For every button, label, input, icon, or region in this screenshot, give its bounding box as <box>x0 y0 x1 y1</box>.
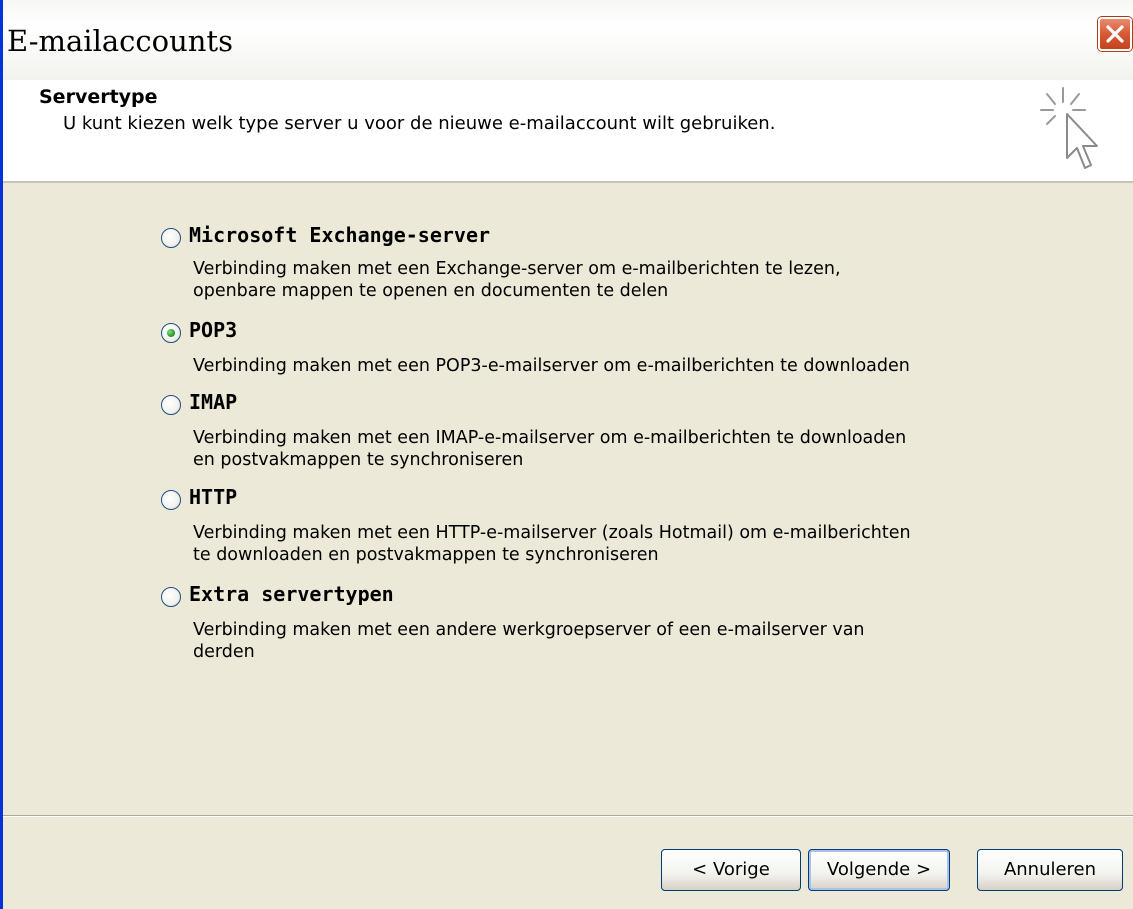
server-type-options: Microsoft Exchange-server Verbinding mak… <box>3 183 1133 815</box>
back-button[interactable]: < Vorige <box>661 849 801 891</box>
option-description: Verbinding maken met een Exchange-server… <box>193 258 993 302</box>
radio-http[interactable] <box>161 490 181 510</box>
option-label[interactable]: HTTP <box>189 485 237 509</box>
cancel-button[interactable]: Annuleren <box>977 849 1123 891</box>
close-icon <box>1106 25 1124 43</box>
option-description-line: openbare mappen te openen en documenten … <box>193 281 669 301</box>
close-button[interactable] <box>1098 17 1132 51</box>
option-description-line: Verbinding maken met een andere werkgroe… <box>193 620 865 640</box>
radio-exchange[interactable] <box>161 228 181 248</box>
option-description: Verbinding maken met een POP3-e-mailserv… <box>193 355 993 377</box>
email-accounts-dialog: E-mailaccounts Servertype U kunt kiezen … <box>0 0 1133 909</box>
option-description-line: Verbinding maken met een HTTP-e-mailserv… <box>193 523 911 543</box>
wizard-header: Servertype U kunt kiezen welk type serve… <box>3 80 1133 183</box>
radio-pop3[interactable] <box>161 323 181 343</box>
option-description-line: te downloaden en postvakmappen te synchr… <box>193 545 659 565</box>
page-title: Servertype <box>39 86 158 108</box>
next-button[interactable]: Volgende > <box>808 849 950 891</box>
cursor-sparkle-icon <box>1040 87 1098 169</box>
window-title: E-mailaccounts <box>7 24 233 58</box>
option-label[interactable]: POP3 <box>189 318 237 342</box>
option-label[interactable]: IMAP <box>189 390 237 414</box>
page-subtitle: U kunt kiezen welk type server u voor de… <box>63 113 776 134</box>
radio-imap[interactable] <box>161 395 181 415</box>
option-description: Verbinding maken met een IMAP-e-mailserv… <box>193 427 993 471</box>
option-description-line: en postvakmappen te synchroniseren <box>193 450 524 470</box>
option-description-line: derden <box>193 642 255 662</box>
option-label[interactable]: Microsoft Exchange-server <box>189 223 490 247</box>
option-description-line: Verbinding maken met een Exchange-server… <box>193 259 841 279</box>
option-description: Verbinding maken met een HTTP-e-mailserv… <box>193 522 993 566</box>
radio-extra-servers[interactable] <box>161 587 181 607</box>
option-label[interactable]: Extra servertypen <box>189 582 394 606</box>
option-description-line: Verbinding maken met een IMAP-e-mailserv… <box>193 428 907 448</box>
option-description-line: Verbinding maken met een POP3-e-mailserv… <box>193 356 910 376</box>
option-description: Verbinding maken met een andere werkgroe… <box>193 619 993 663</box>
title-bar: E-mailaccounts <box>3 0 1133 81</box>
wizard-footer: < Vorige Volgende > Annuleren <box>3 817 1133 909</box>
